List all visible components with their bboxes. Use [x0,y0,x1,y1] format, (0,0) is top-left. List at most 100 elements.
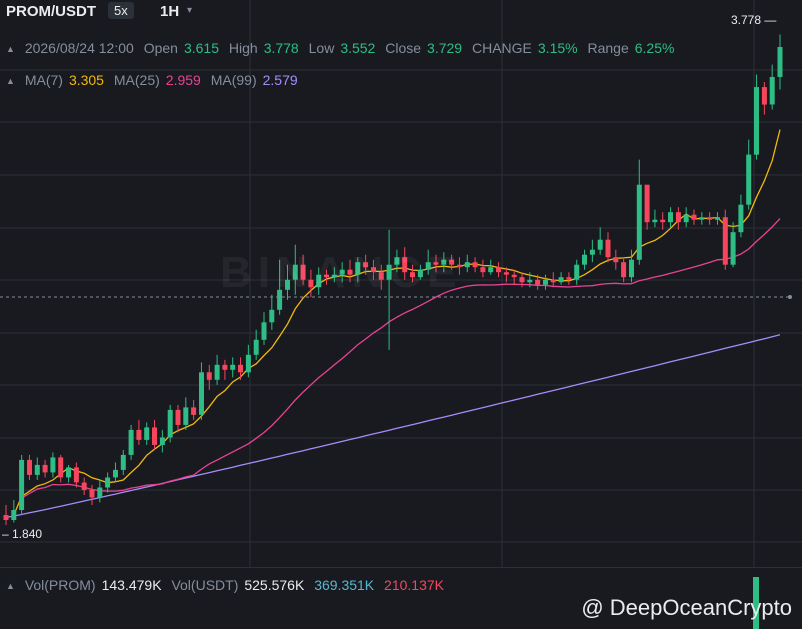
candle-body[interactable] [574,264,580,280]
candle-body[interactable] [97,487,103,498]
candle-body[interactable] [503,272,509,275]
candle-body[interactable] [683,214,689,223]
candle-body[interactable] [582,254,587,265]
candle-body[interactable] [58,457,64,478]
ma-legend: ▲ MA(7) 3.305 MA(25) 2.959 MA(99) 2.579 [6,72,304,88]
candle-body[interactable] [707,217,713,220]
candle-body[interactable] [746,154,752,205]
candle-body[interactable] [511,274,517,278]
ma7-label: MA(7) [24,72,63,88]
range-value: 6.25% [634,40,675,56]
chevron-down-icon[interactable]: ▾ [187,5,192,16]
candle-body[interactable] [89,490,95,498]
candle-body[interactable] [159,437,165,445]
candle-body[interactable] [543,279,548,285]
candle-body[interactable] [191,407,197,415]
candle-body[interactable] [761,87,767,105]
candle-body[interactable] [253,339,259,355]
candle-body[interactable] [214,364,220,380]
candle-body[interactable] [27,459,32,475]
candle-body[interactable] [636,184,642,260]
candle-body[interactable] [230,364,236,370]
candle-body[interactable] [644,184,650,223]
candle-body[interactable] [722,217,728,265]
candle-body[interactable] [777,47,783,77]
candle-body[interactable] [621,262,627,278]
candle-body[interactable] [113,469,118,478]
candle-body[interactable] [152,427,157,445]
candle-body[interactable] [488,267,494,273]
vol-ma-a-value: 369.351K [314,577,375,593]
vol-usdt-label: Vol(USDT) [171,577,239,593]
candle-body[interactable] [73,467,79,483]
candle-body[interactable] [613,257,619,263]
candle-body[interactable] [527,279,533,283]
candle-body[interactable] [199,372,204,415]
interval-selector[interactable]: 1H [160,3,179,20]
ma7-line [13,129,781,516]
vol-ma-b-value: 210.137K [384,577,444,593]
candle-body[interactable] [589,249,595,255]
candle-body[interactable] [245,354,251,373]
candle-body[interactable] [144,427,150,440]
leverage-badge[interactable]: 5x [108,2,134,19]
candle-body[interactable] [550,279,556,283]
candle-body[interactable] [464,262,470,268]
ma25-label: MA(25) [113,72,160,88]
candle-body[interactable] [269,309,275,323]
candle-body[interactable] [136,429,142,440]
candle-body[interactable] [558,277,564,283]
low-value: 3.552 [340,40,376,56]
candle-body[interactable] [769,77,775,105]
candle-body[interactable] [19,459,25,510]
collapse-icon[interactable]: ▲ [6,581,15,591]
watermark-logo: BINANCE [220,248,463,297]
candle-body[interactable] [730,232,736,265]
candle-body[interactable] [34,464,40,475]
range-label: Range [587,40,629,56]
candle-body[interactable] [222,364,228,370]
candle-body[interactable] [519,277,525,283]
collapse-icon[interactable]: ▲ [6,76,15,86]
candle-body[interactable] [738,204,744,233]
candle-body[interactable] [11,510,17,520]
candle-body[interactable] [261,322,267,340]
candle-body[interactable] [206,372,212,380]
candle-body[interactable] [472,262,478,268]
candle-body[interactable] [566,277,572,280]
candle-body[interactable] [597,239,603,250]
candle-body[interactable] [660,219,666,223]
high-label: High [228,40,258,56]
pair-symbol[interactable]: PROM/USDT [6,3,96,20]
collapse-icon[interactable]: ▲ [6,44,15,54]
candle-body[interactable] [50,457,56,473]
candle-body[interactable] [66,467,71,478]
candle-body[interactable] [754,87,759,155]
candle-body[interactable] [480,267,486,273]
candle-body[interactable] [699,217,705,220]
candle-body[interactable] [167,409,173,438]
low-price-marker: – 1.840 [2,527,43,541]
candle-body[interactable] [691,214,697,220]
ma7-value: 3.305 [68,72,104,88]
candle-body[interactable] [105,477,111,488]
vol-prom-label: Vol(PROM) [24,577,96,593]
candle-body[interactable] [496,267,501,273]
candle-body[interactable] [629,259,634,278]
candle-body[interactable] [3,515,9,520]
candle-body[interactable] [668,212,673,223]
candle-body[interactable] [120,454,126,470]
ma7-path [13,129,781,516]
candle-body[interactable] [42,464,48,473]
candle-body[interactable] [128,429,134,455]
candlestick-chart[interactable] [0,0,802,629]
candle-body[interactable] [81,482,87,491]
candle-body[interactable] [715,217,720,220]
candle-body[interactable] [175,409,181,425]
candle-body[interactable] [652,219,658,223]
candle-body[interactable] [605,239,611,258]
candle-body[interactable] [183,407,189,425]
candle-body[interactable] [238,364,243,373]
candle-body[interactable] [535,279,541,285]
candle-body[interactable] [675,212,681,223]
